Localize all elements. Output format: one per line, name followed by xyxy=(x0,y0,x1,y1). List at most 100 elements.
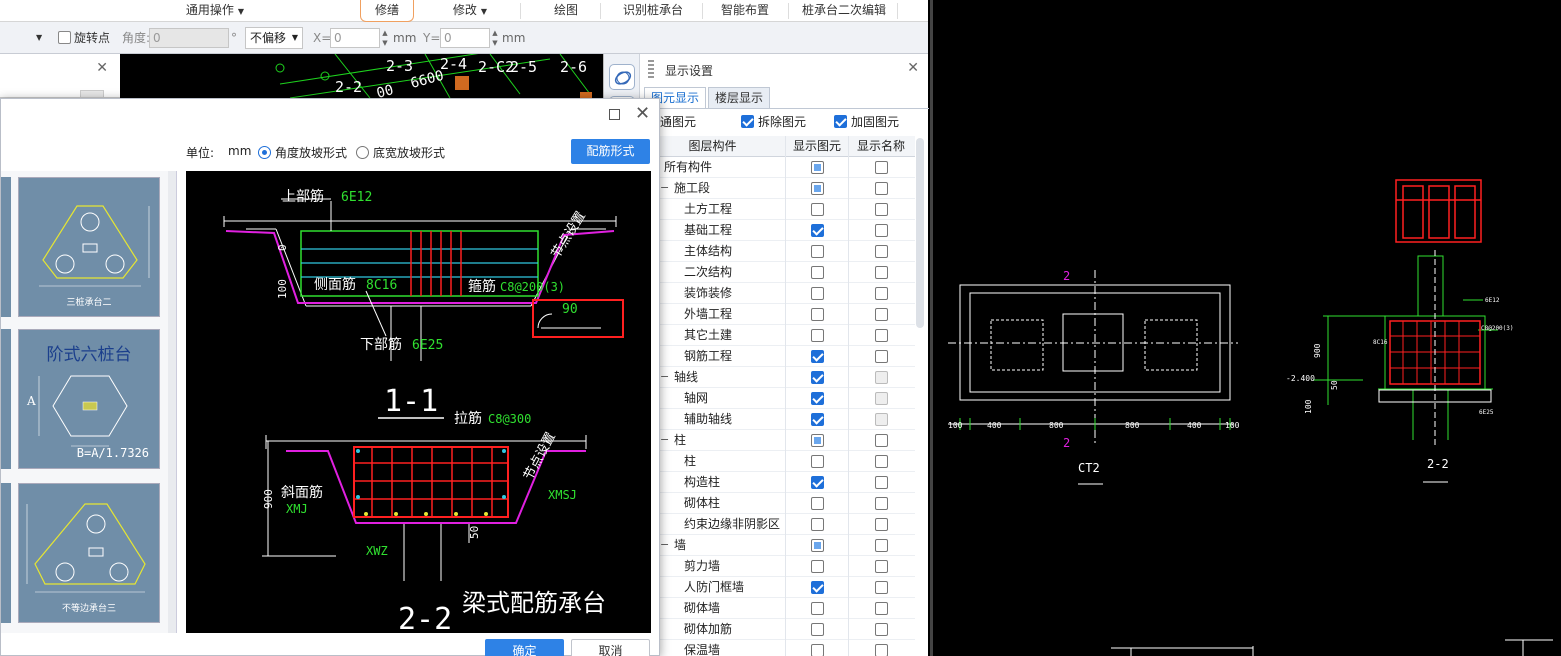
orbit-view-icon[interactable] xyxy=(609,64,635,90)
thumbnail-unequal-three-pile-cap[interactable]: 不等边承台三 xyxy=(18,483,160,623)
show-name-checkbox[interactable] xyxy=(874,539,888,552)
x-input[interactable] xyxy=(330,28,380,48)
angle-input[interactable] xyxy=(149,28,229,48)
menu-draw[interactable]: 绘图 xyxy=(540,0,592,22)
table-row[interactable]: 构造柱 xyxy=(640,472,915,493)
tab-floor-display[interactable]: 楼层显示 xyxy=(708,87,771,109)
show-name-checkbox[interactable] xyxy=(874,434,888,447)
thumbnail-partial[interactable] xyxy=(1,177,11,317)
cancel-button[interactable]: 取消 xyxy=(571,639,650,656)
show-element-checkbox[interactable] xyxy=(810,161,824,174)
show-name-checkbox[interactable] xyxy=(874,497,888,510)
menu-pile-cap-edit[interactable]: 桩承台二次编辑 xyxy=(795,0,893,22)
scrollbar-thumb[interactable] xyxy=(916,138,924,328)
close-icon[interactable]: ✕ xyxy=(96,60,108,76)
y-input[interactable] xyxy=(440,28,490,48)
table-row[interactable]: 基础工程 xyxy=(640,220,915,241)
table-row[interactable]: 人防门框墙 xyxy=(640,577,915,598)
angle-slope-radio[interactable]: 角度放坡形式 xyxy=(258,144,347,161)
menu-identify-pile-cap[interactable]: 识别桩承台 xyxy=(610,0,696,22)
show-name-checkbox[interactable] xyxy=(874,560,888,573)
menu-smart-layout[interactable]: 智能布置 xyxy=(710,0,780,22)
show-name-checkbox[interactable] xyxy=(874,266,888,279)
show-element-checkbox[interactable] xyxy=(810,413,824,426)
show-element-checkbox[interactable] xyxy=(810,245,824,258)
show-element-checkbox[interactable] xyxy=(810,266,824,279)
show-name-checkbox[interactable] xyxy=(874,476,888,489)
show-element-checkbox[interactable] xyxy=(810,392,824,405)
table-row[interactable]: 外墙工程 xyxy=(640,304,915,325)
table-row[interactable]: 砌体柱 xyxy=(640,493,915,514)
show-element-checkbox[interactable] xyxy=(810,644,824,656)
thumbnail-three-pile-cap[interactable]: 三桩承台二 xyxy=(18,177,160,317)
table-row[interactable]: 其它土建 xyxy=(640,325,915,346)
table-row[interactable]: − 轴线 xyxy=(640,367,915,388)
show-name-checkbox[interactable] xyxy=(874,581,888,594)
rebar-form-button[interactable]: 配筋形式 xyxy=(571,139,650,164)
table-row[interactable]: 柱 xyxy=(640,451,915,472)
table-row[interactable]: 砌体墙 xyxy=(640,598,915,619)
main-drawing-canvas[interactable]: 2-2 2-3 6600 2-4 2-C2 2-5 2-6 00 xyxy=(120,54,640,98)
table-row[interactable]: − 墙 xyxy=(640,535,915,556)
show-name-checkbox[interactable] xyxy=(874,245,888,258)
table-row[interactable]: − 施工段 xyxy=(640,178,915,199)
collapse-toggle-icon[interactable]: − xyxy=(660,178,669,198)
collapse-toggle-icon[interactable]: − xyxy=(660,430,669,450)
show-element-checkbox[interactable] xyxy=(810,434,824,447)
collapse-toggle-icon[interactable]: − xyxy=(660,367,669,387)
show-element-checkbox[interactable] xyxy=(810,224,824,237)
node-setting-label[interactable]: 节点设置 xyxy=(521,430,559,483)
confirm-button[interactable]: 确定 xyxy=(485,639,564,656)
table-row[interactable]: 钢筋工程 xyxy=(640,346,915,367)
y-spinner[interactable]: ▲ ▼ xyxy=(490,28,500,48)
menu-repair[interactable]: 修缮 xyxy=(360,0,414,22)
close-icon[interactable]: ✕ xyxy=(907,60,919,76)
reference-cad-drawing[interactable]: 2 2 100 400 800 800 400 100 CT2 900 50 -… xyxy=(930,0,1561,656)
table-row[interactable]: 保温墙 xyxy=(640,640,915,656)
show-element-checkbox[interactable] xyxy=(810,371,824,384)
table-row[interactable]: 辅助轴线 xyxy=(640,409,915,430)
show-element-checkbox[interactable] xyxy=(810,308,824,321)
menu-general-operations[interactable]: 通用操作 ▼ xyxy=(170,0,260,22)
show-element-checkbox[interactable] xyxy=(810,518,824,531)
show-element-checkbox[interactable] xyxy=(810,287,824,300)
table-row[interactable]: 装饰装修 xyxy=(640,283,915,304)
table-row[interactable]: 约束边缘非阴影区 xyxy=(640,514,915,535)
table-row[interactable]: − 柱 xyxy=(640,430,915,451)
table-row[interactable]: 土方工程 xyxy=(640,199,915,220)
show-name-checkbox[interactable] xyxy=(874,644,888,656)
collapse-toggle-icon[interactable]: − xyxy=(660,535,669,555)
show-name-checkbox[interactable] xyxy=(874,203,888,216)
show-element-checkbox[interactable] xyxy=(810,203,824,216)
show-element-checkbox[interactable] xyxy=(810,581,824,594)
offset-select[interactable]: 不偏移 ▼ xyxy=(245,27,303,49)
show-name-checkbox[interactable] xyxy=(874,623,888,636)
show-name-checkbox[interactable] xyxy=(874,350,888,363)
show-name-checkbox[interactable] xyxy=(874,287,888,300)
demolish-element-option[interactable]: 拆除图元 xyxy=(741,114,806,130)
show-name-checkbox[interactable] xyxy=(874,308,888,321)
thumbnail-partial[interactable] xyxy=(1,329,11,469)
show-element-checkbox[interactable] xyxy=(810,182,824,195)
show-element-checkbox[interactable] xyxy=(810,623,824,636)
show-element-checkbox[interactable] xyxy=(810,350,824,363)
show-element-checkbox[interactable] xyxy=(810,455,824,468)
show-name-checkbox[interactable] xyxy=(874,518,888,531)
table-row[interactable]: 剪力墙 xyxy=(640,556,915,577)
show-name-checkbox[interactable] xyxy=(874,329,888,342)
rotate-point-checkbox[interactable]: 旋转点 xyxy=(58,27,110,49)
width-slope-radio[interactable]: 底宽放坡形式 xyxy=(356,144,445,161)
table-row[interactable]: 主体结构 xyxy=(640,241,915,262)
close-icon[interactable]: ✕ xyxy=(635,103,650,124)
show-element-checkbox[interactable] xyxy=(810,476,824,489)
table-row[interactable]: 二次结构 xyxy=(640,262,915,283)
node-setting-label[interactable]: 节点设置 xyxy=(549,209,589,261)
menu-modify[interactable]: 修改 ▼ xyxy=(440,0,500,22)
thumbnail-stepped-six-pile-cap[interactable]: 阶式六桩台 A B=A/1.7326 xyxy=(18,329,160,469)
maximize-icon[interactable] xyxy=(609,109,620,120)
table-row[interactable]: 砌体加筋 xyxy=(640,619,915,640)
table-row[interactable]: 所有构件 xyxy=(640,157,915,178)
show-name-checkbox[interactable] xyxy=(874,602,888,615)
show-name-checkbox[interactable] xyxy=(874,224,888,237)
show-element-checkbox[interactable] xyxy=(810,497,824,510)
